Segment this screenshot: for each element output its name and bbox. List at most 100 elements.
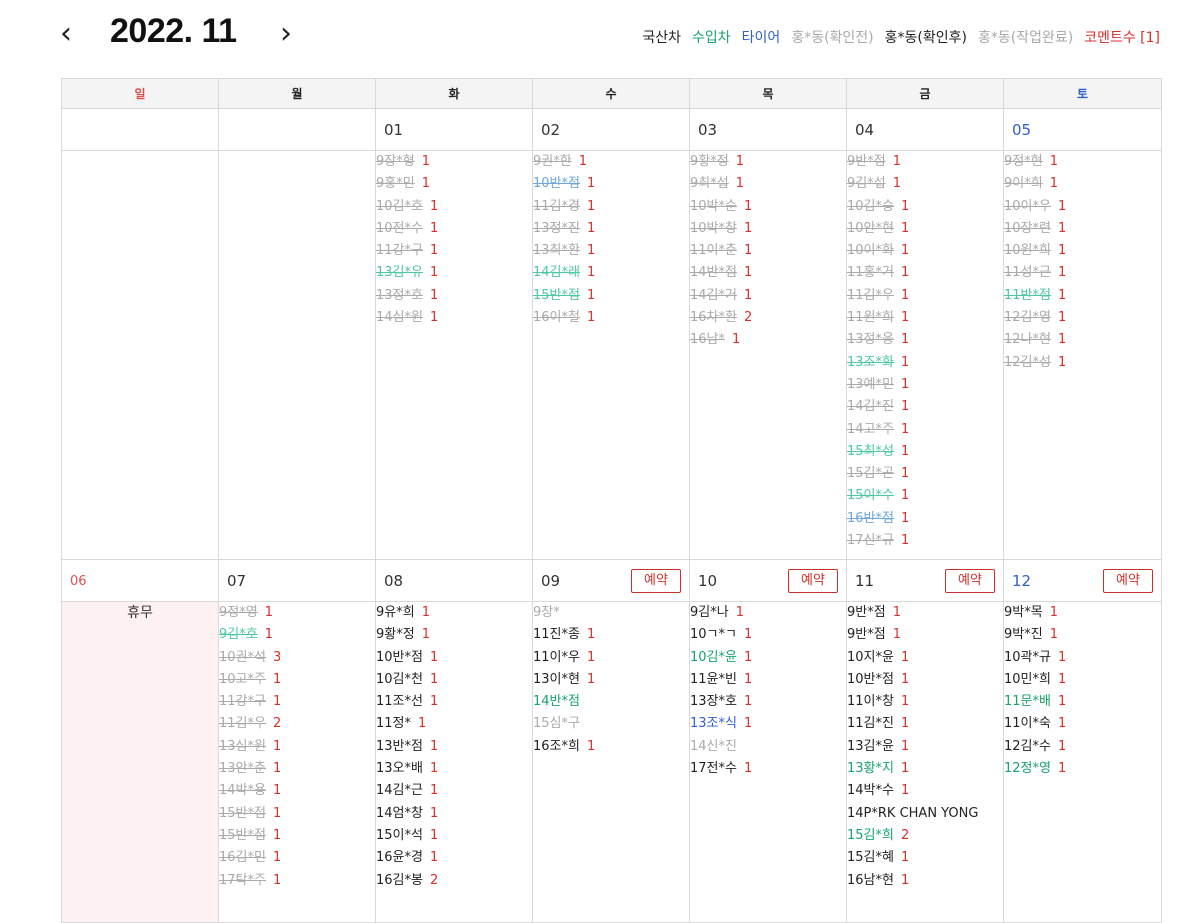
booking-entry[interactable]: 13이*현 1 — [533, 669, 689, 691]
booking-entry[interactable]: 9정*영 1 — [219, 602, 375, 624]
booking-entry[interactable]: 9장*형 1 — [376, 151, 532, 173]
booking-entry[interactable]: 11이*숙 1 — [1004, 713, 1161, 735]
booking-entry[interactable]: 15김*곤 1 — [847, 463, 1003, 485]
booking-entry[interactable]: 13조*식 1 — [690, 713, 846, 735]
booking-entry[interactable]: 17신*규 1 — [847, 530, 1003, 552]
booking-entry[interactable]: 13조*화 1 — [847, 352, 1003, 374]
booking-entry[interactable]: 14P*RK CHAN YONG — [847, 803, 1003, 825]
booking-entry[interactable]: 16조*희 1 — [533, 736, 689, 758]
booking-entry[interactable]: 11윤*빈 1 — [690, 669, 846, 691]
booking-entry[interactable]: 9박*목 1 — [1004, 602, 1161, 624]
booking-entry[interactable]: 16남* 1 — [690, 329, 846, 351]
booking-entry[interactable]: 15최*성 1 — [847, 441, 1003, 463]
booking-entry[interactable]: 13김*윤 1 — [847, 736, 1003, 758]
booking-entry[interactable]: 15반*점 1 — [219, 803, 375, 825]
booking-entry[interactable]: 14반*점 — [533, 691, 689, 713]
booking-entry[interactable]: 10곽*규 1 — [1004, 647, 1161, 669]
booking-entry[interactable]: 10지*윤 1 — [847, 647, 1003, 669]
booking-entry[interactable]: 11문*배 1 — [1004, 691, 1161, 713]
booking-entry[interactable]: 11김*경 1 — [533, 196, 689, 218]
booking-entry[interactable]: 11정* 1 — [376, 713, 532, 735]
booking-entry[interactable]: 16김*봉 2 — [376, 870, 532, 892]
booking-entry[interactable]: 9김*나 1 — [690, 602, 846, 624]
booking-entry[interactable]: 10고*주 1 — [219, 669, 375, 691]
booking-entry[interactable]: 14김*래 1 — [533, 262, 689, 284]
booking-entry[interactable]: 13정*웅 1 — [847, 329, 1003, 351]
booking-entry[interactable]: 13최*환 1 — [533, 240, 689, 262]
booking-entry[interactable]: 9황*정 1 — [376, 624, 532, 646]
booking-entry[interactable]: 11진*종 1 — [533, 624, 689, 646]
booking-entry[interactable]: 11이*우 1 — [533, 647, 689, 669]
booking-entry[interactable]: 9김*섭 1 — [847, 173, 1003, 195]
booking-entry[interactable]: 17탁*주 1 — [219, 870, 375, 892]
booking-entry[interactable]: 12김*성 1 — [1004, 352, 1161, 374]
booking-entry[interactable]: 14심*원 1 — [376, 307, 532, 329]
booking-entry[interactable]: 10전*수 1 — [376, 218, 532, 240]
booking-entry[interactable]: 11이*창 1 — [847, 691, 1003, 713]
booking-entry[interactable]: 13장*호 1 — [690, 691, 846, 713]
booking-entry[interactable]: 13반*점 1 — [376, 736, 532, 758]
booking-entry[interactable]: 10반*점 1 — [847, 669, 1003, 691]
booking-entry[interactable]: 16김*민 1 — [219, 847, 375, 869]
reserve-button[interactable]: 예약 — [1103, 569, 1153, 593]
booking-entry[interactable]: 11김*우 2 — [219, 713, 375, 735]
booking-entry[interactable]: 9박*진 1 — [1004, 624, 1161, 646]
next-month-icon[interactable]: › — [274, 14, 298, 54]
booking-entry[interactable]: 10김*승 1 — [847, 196, 1003, 218]
prev-month-icon[interactable]: ‹ — [54, 14, 78, 54]
booking-entry[interactable]: 10안*현 1 — [847, 218, 1003, 240]
booking-entry[interactable]: 9정*현 1 — [1004, 151, 1161, 173]
booking-entry[interactable]: 14엄*창 1 — [376, 803, 532, 825]
booking-entry[interactable]: 15이*석 1 — [376, 825, 532, 847]
booking-entry[interactable]: 12김*수 1 — [1004, 736, 1161, 758]
booking-entry[interactable]: 16윤*경 1 — [376, 847, 532, 869]
booking-entry[interactable]: 16차*환 2 — [690, 307, 846, 329]
booking-entry[interactable]: 12정*영 1 — [1004, 758, 1161, 780]
booking-entry[interactable]: 11조*선 1 — [376, 691, 532, 713]
booking-entry[interactable]: 9반*점 1 — [847, 151, 1003, 173]
booking-entry[interactable]: 9반*점 1 — [847, 602, 1003, 624]
booking-entry[interactable]: 14김*진 1 — [847, 396, 1003, 418]
booking-entry[interactable]: 9황*정 1 — [690, 151, 846, 173]
booking-entry[interactable]: 12나*현 1 — [1004, 329, 1161, 351]
booking-entry[interactable]: 11이*춘 1 — [690, 240, 846, 262]
booking-entry[interactable]: 11성*근 1 — [1004, 262, 1161, 284]
booking-entry[interactable]: 15이*수 1 — [847, 485, 1003, 507]
booking-entry[interactable]: 11홍*거 1 — [847, 262, 1003, 284]
booking-entry[interactable]: 9이*희 1 — [1004, 173, 1161, 195]
booking-entry[interactable]: 15반*점 1 — [533, 285, 689, 307]
booking-entry[interactable]: 14김*근 1 — [376, 780, 532, 802]
booking-entry[interactable]: 13예*민 1 — [847, 374, 1003, 396]
booking-entry[interactable]: 9홍*민 1 — [376, 173, 532, 195]
booking-entry[interactable]: 10원*희 1 — [1004, 240, 1161, 262]
booking-entry[interactable]: 16이*철 1 — [533, 307, 689, 329]
booking-entry[interactable]: 9김*호 1 — [219, 624, 375, 646]
booking-entry[interactable]: 14고*주 1 — [847, 419, 1003, 441]
booking-entry[interactable]: 16반*점 1 — [847, 508, 1003, 530]
booking-entry[interactable]: 12김*영 1 — [1004, 307, 1161, 329]
booking-entry[interactable]: 17전*수 1 — [690, 758, 846, 780]
booking-entry[interactable]: 13김*유 1 — [376, 262, 532, 284]
booking-entry[interactable]: 11강*구 1 — [376, 240, 532, 262]
booking-entry[interactable]: 16남*현 1 — [847, 870, 1003, 892]
booking-entry[interactable]: 11원*희 1 — [847, 307, 1003, 329]
booking-entry[interactable]: 9권*한 1 — [533, 151, 689, 173]
booking-entry[interactable]: 10김*호 1 — [376, 196, 532, 218]
booking-entry[interactable]: 10김*윤 1 — [690, 647, 846, 669]
reserve-button[interactable]: 예약 — [631, 569, 681, 593]
booking-entry[interactable]: 15김*희 2 — [847, 825, 1003, 847]
booking-entry[interactable]: 14신*진 — [690, 736, 846, 758]
booking-entry[interactable]: 11반*점 1 — [1004, 285, 1161, 307]
booking-entry[interactable]: 14박*용 1 — [219, 780, 375, 802]
booking-entry[interactable]: 9최*섭 1 — [690, 173, 846, 195]
booking-entry[interactable]: 15심*구 — [533, 713, 689, 735]
booking-entry[interactable]: 14반*점 1 — [690, 262, 846, 284]
reserve-button[interactable]: 예약 — [788, 569, 838, 593]
booking-entry[interactable]: 10이*우 1 — [1004, 196, 1161, 218]
booking-entry[interactable]: 10민*희 1 — [1004, 669, 1161, 691]
booking-entry[interactable]: 9반*점 1 — [847, 624, 1003, 646]
booking-entry[interactable]: 13안*춘 1 — [219, 758, 375, 780]
booking-entry[interactable]: 11김*진 1 — [847, 713, 1003, 735]
booking-entry[interactable]: 13오*배 1 — [376, 758, 532, 780]
booking-entry[interactable]: 10권*석 3 — [219, 647, 375, 669]
